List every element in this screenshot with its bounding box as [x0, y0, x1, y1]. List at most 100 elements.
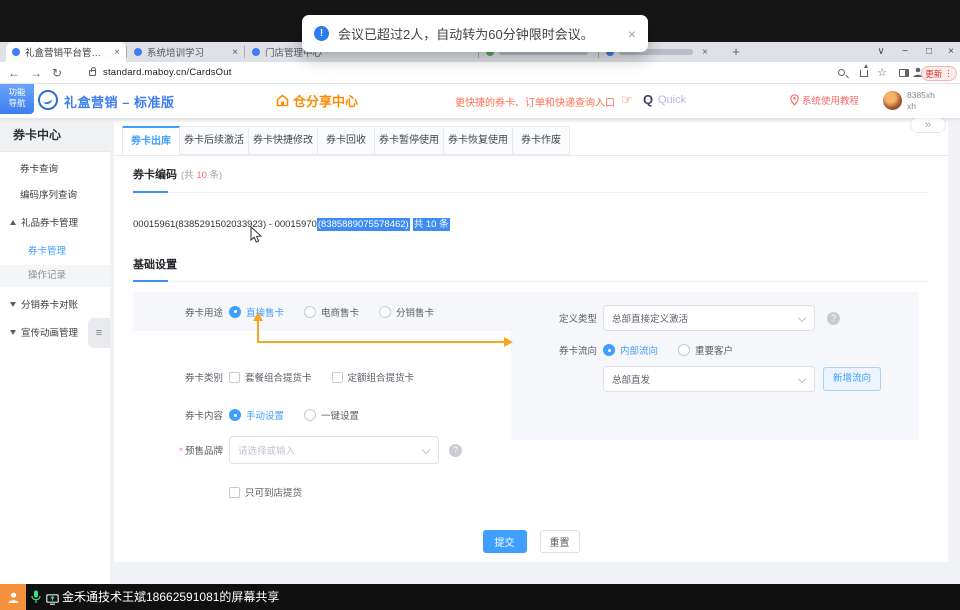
- tab-card-suspend[interactable]: 券卡暂停使用: [374, 126, 444, 155]
- checkbox-fixed-amount-combo-card[interactable]: [332, 372, 343, 383]
- tab-card-resume[interactable]: 券卡恢复使用: [443, 126, 513, 155]
- radio-ecommerce-sale[interactable]: [304, 306, 316, 318]
- function-nav-toggle[interactable]: 功能 导航: [0, 84, 34, 114]
- bookmark-star-icon[interactable]: ☆: [874, 65, 890, 81]
- category-label: 券卡类别: [133, 370, 223, 384]
- kebab-menu-icon: ⋮: [944, 68, 953, 79]
- screen-share-icon: [46, 592, 59, 610]
- back-button[interactable]: ←: [8, 62, 20, 84]
- code-section-title: 券卡编码 (共 10 条): [133, 166, 222, 182]
- zoom-indicator-icon[interactable]: [838, 69, 845, 76]
- tab-close-icon[interactable]: ×: [114, 47, 120, 58]
- radio-direct-sale-label[interactable]: 直接售卡: [246, 305, 284, 319]
- sidebar-group-distribution-reconcile[interactable]: 分销券卡对账: [10, 296, 78, 316]
- sidebar-item-card-query[interactable]: 券卡查询: [20, 160, 58, 180]
- reload-button[interactable]: ↻: [52, 62, 62, 84]
- window-minimize-button[interactable]: −: [896, 42, 914, 62]
- flow-select[interactable]: 总部直发: [603, 366, 815, 392]
- code-title-text: 券卡编码: [133, 169, 177, 181]
- username: 8385xh: [907, 90, 935, 101]
- presale-brand-select[interactable]: 请选择或输入: [229, 436, 439, 464]
- help-icon[interactable]: ?: [827, 312, 840, 325]
- checkbox-fixed-amount-combo-label[interactable]: 定额组合提货卡: [348, 370, 415, 384]
- sidebar-group-gift-card-mgmt[interactable]: 礼品券卡管理: [10, 214, 78, 234]
- checkbox-package-combo-label[interactable]: 套餐组合提货卡: [245, 370, 312, 384]
- user-name-block[interactable]: 8385xh xh: [907, 90, 935, 112]
- tab-card-recycle[interactable]: 券卡回收: [317, 126, 375, 155]
- radio-important-customer-label[interactable]: 重要客户: [695, 343, 733, 357]
- window-close-button[interactable]: ×: [942, 42, 960, 62]
- code-selected-text: (8385889075578462): [317, 218, 410, 231]
- tab-search-caret-icon[interactable]: ∨: [872, 42, 890, 62]
- expand-arrow-icon: [10, 302, 16, 307]
- radio-manual-setup[interactable]: [229, 409, 241, 421]
- radio-internal-flow[interactable]: [603, 344, 615, 356]
- tab-card-followup-activate[interactable]: 券卡后续激活: [179, 126, 249, 155]
- radio-important-customer[interactable]: [678, 344, 690, 356]
- tab-card-quick-modify[interactable]: 券卡快捷修改: [248, 126, 318, 155]
- help-icon[interactable]: ?: [449, 444, 462, 457]
- sidebar-collapse-handle[interactable]: ≡: [88, 318, 110, 348]
- sidebar-item-code-sequence-query[interactable]: 编码序列查询: [20, 186, 77, 206]
- radio-distribution-sale[interactable]: [379, 306, 391, 318]
- radio-one-click-setup-label[interactable]: 一键设置: [321, 408, 359, 422]
- browser-tab-training[interactable]: 系统培训学习 ×: [128, 42, 244, 62]
- share-center-label: 仓分享中心: [293, 91, 358, 110]
- code-count: (共 10 条): [181, 170, 222, 181]
- submit-button[interactable]: 提交: [483, 530, 527, 553]
- add-flow-button[interactable]: 新增流向: [823, 367, 881, 391]
- radio-internal-flow-label[interactable]: 内部流向: [620, 343, 658, 357]
- sidebar-item-operation-log[interactable]: 操作记录: [28, 266, 66, 286]
- https-lock-icon[interactable]: [89, 70, 96, 76]
- browser-tab-gift-admin[interactable]: 礼盒营销平台管理中心 ×: [6, 42, 126, 62]
- sidebar-group-promo-animation[interactable]: 宣传动画管理: [10, 324, 78, 344]
- notification-close-icon[interactable]: ×: [628, 26, 636, 42]
- sidebar-group-label: 宣传动画管理: [21, 328, 78, 339]
- window-maximize-button[interactable]: □: [920, 42, 938, 62]
- presale-brand-row: *预售品牌 请选择或输入 ?: [133, 436, 462, 464]
- tab-close-icon[interactable]: ×: [232, 47, 238, 58]
- sidebar-group-label: 礼品券卡管理: [21, 218, 78, 229]
- tab-close-icon[interactable]: ×: [702, 47, 708, 58]
- radio-one-click-setup[interactable]: [304, 409, 316, 421]
- tutorial-label: 系统使用教程: [802, 93, 859, 107]
- checkbox-package-combo-card[interactable]: [229, 372, 240, 383]
- side-panel-icon[interactable]: [899, 69, 909, 77]
- checkbox-store-pickup-only-label[interactable]: 只可到店提货: [245, 485, 302, 499]
- share-center-link[interactable]: 仓分享中心: [276, 91, 358, 110]
- browser-toolbar: ← → ↻ standard.maboy.cn/CardsOut ☆ 更新 ⋮: [0, 62, 960, 84]
- tab-separator: [244, 46, 245, 58]
- collapse-arrow-icon: [10, 220, 16, 225]
- radio-direct-sale[interactable]: [229, 306, 241, 318]
- main-panel: » 券卡出库 券卡后续激活 券卡快捷修改 券卡回收 券卡暂停使用 券卡恢复使用 …: [114, 122, 948, 562]
- app-header: 功能 导航 礼盒营销 – 标准版 仓分享中心 更快捷的券卡、订单和快递查询入口 …: [0, 84, 960, 118]
- forward-button[interactable]: →: [30, 62, 42, 84]
- radio-ecommerce-sale-label[interactable]: 电商售卡: [321, 305, 359, 319]
- nav-toggle-line2: 导航: [0, 98, 34, 109]
- user-avatar[interactable]: [883, 91, 902, 110]
- share-icon[interactable]: [860, 70, 868, 77]
- define-type-select[interactable]: 总部直接定义激活: [603, 305, 815, 331]
- flow-label: 券卡流向: [511, 343, 597, 357]
- quick-label[interactable]: Quick: [658, 94, 686, 106]
- tab-card-outbound[interactable]: 券卡出库: [122, 126, 180, 155]
- annotation-line-vertical: [257, 321, 259, 343]
- tab-card-void[interactable]: 券卡作废: [512, 126, 570, 155]
- new-tab-button[interactable]: +: [726, 42, 746, 62]
- panel-expand-button[interactable]: »: [910, 117, 946, 133]
- quick-search-icon[interactable]: Q: [643, 92, 653, 107]
- radio-distribution-sale-label[interactable]: 分销售卡: [396, 305, 434, 319]
- reset-button[interactable]: 重置: [540, 530, 580, 553]
- microphone-icon[interactable]: [31, 590, 41, 609]
- tutorial-link[interactable]: 系统使用教程: [790, 93, 859, 107]
- define-type-label: 定义类型: [511, 311, 597, 325]
- radio-manual-setup-label[interactable]: 手动设置: [246, 408, 284, 422]
- presale-brand-placeholder: 请选择或输入: [238, 443, 295, 457]
- browser-tab-title: 礼盒营销平台管理中心: [25, 45, 109, 59]
- annotation-line-horizontal: [257, 341, 505, 343]
- checkbox-store-pickup-only[interactable]: [229, 487, 240, 498]
- sidebar-item-card-management-active[interactable]: 券卡管理: [28, 242, 66, 262]
- address-bar[interactable]: standard.maboy.cn/CardsOut: [103, 62, 232, 84]
- chrome-update-button[interactable]: 更新 ⋮: [921, 66, 957, 81]
- nav-toggle-line1: 功能: [0, 87, 34, 98]
